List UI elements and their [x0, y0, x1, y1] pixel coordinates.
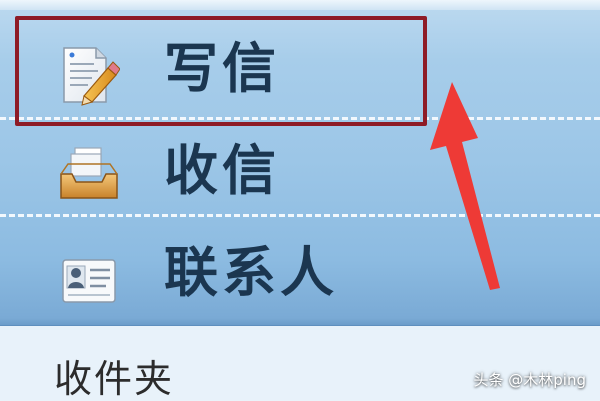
nav-item-contacts[interactable]: 联系人: [0, 222, 600, 326]
nav-divider: [0, 214, 600, 217]
inbox-tray-icon: [58, 142, 120, 204]
nav-top-strip: [0, 0, 600, 10]
folder-inbox-link[interactable]: 收件夹: [54, 360, 174, 398]
highlight-box: [15, 16, 427, 126]
nav-label-contacts: 联系人: [164, 241, 338, 304]
nav-item-inbox[interactable]: 收信: [0, 122, 600, 226]
contact-card-icon: [58, 250, 120, 312]
nav-label-inbox: 收信: [164, 139, 280, 202]
watermark: 头条 @木林ping: [473, 371, 587, 389]
